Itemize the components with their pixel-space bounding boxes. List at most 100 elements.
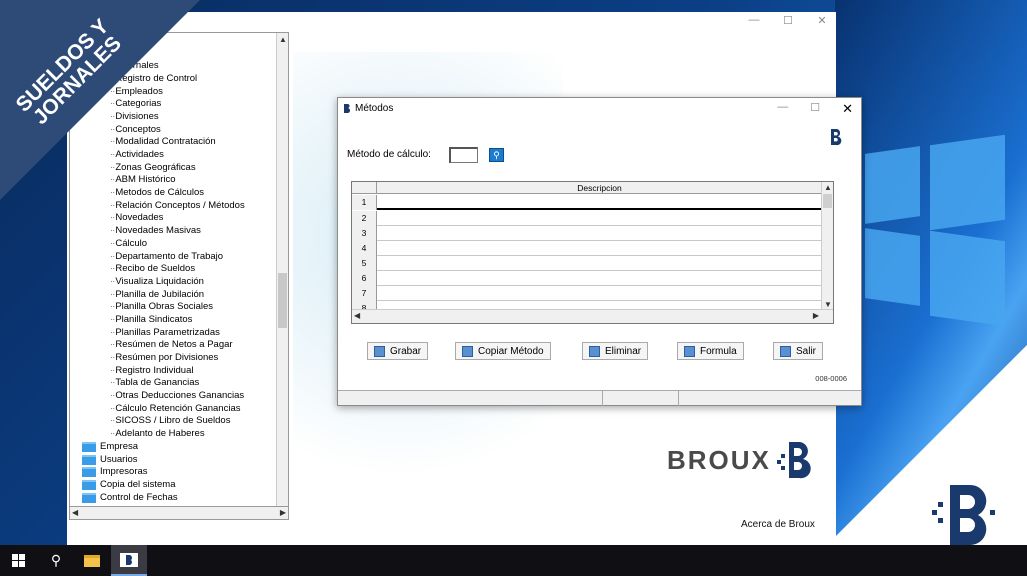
formula-icon bbox=[684, 345, 695, 357]
metodos-grid: Descripcion 1 2 3 4 5 6 7 8 ▲ ▼ ◀ ▶ bbox=[351, 181, 834, 324]
taskbar: ⚲ bbox=[0, 545, 1027, 576]
scroll-left-icon[interactable]: ◀ bbox=[354, 311, 360, 320]
scroll-thumb[interactable] bbox=[823, 194, 832, 208]
folder-icon bbox=[84, 554, 100, 567]
folder-icon bbox=[82, 480, 96, 490]
broux-b-icon bbox=[776, 442, 811, 479]
start-button[interactable] bbox=[0, 545, 36, 576]
tree-item[interactable]: ··Planilla de Jubilación bbox=[110, 289, 204, 301]
tree-item[interactable]: ··Visualiza Liquidación bbox=[110, 276, 204, 288]
dialog-title-bar: Métodos bbox=[342, 103, 393, 114]
form-code: 008-0006 bbox=[815, 374, 847, 383]
taskbar-search-button[interactable]: ⚲ bbox=[38, 545, 74, 576]
tree-item[interactable]: ··Registro Individual bbox=[110, 365, 193, 377]
row-number: 7 bbox=[352, 286, 377, 301]
minimize-button[interactable]: — bbox=[746, 14, 762, 27]
dialog-maximize-button[interactable]: ☐ bbox=[810, 101, 820, 117]
tree-folder[interactable]: Usuarios bbox=[82, 454, 138, 466]
tree-item[interactable]: ··Resúmen por Divisiones bbox=[110, 352, 218, 364]
column-header-descripcion[interactable]: Descripcion bbox=[378, 182, 821, 194]
tree-horizontal-scrollbar[interactable]: ◀ ▶ bbox=[69, 506, 289, 520]
metodo-input[interactable] bbox=[449, 147, 478, 163]
tree-item[interactable]: ··SICOSS / Libro de Sueldos bbox=[110, 415, 230, 427]
folder-icon bbox=[82, 493, 96, 503]
grid-corner bbox=[352, 182, 377, 194]
scroll-thumb[interactable] bbox=[278, 273, 287, 328]
tree-item[interactable]: ··Planillas Parametrizadas bbox=[110, 327, 220, 339]
save-icon bbox=[374, 345, 385, 357]
dialog-title: Métodos bbox=[355, 103, 394, 114]
dialog-close-button[interactable]: ✕ bbox=[842, 101, 853, 117]
scroll-left-icon[interactable]: ◀ bbox=[72, 508, 78, 517]
table-row[interactable]: 1 bbox=[352, 195, 821, 210]
tree-folder[interactable]: Control de Fechas bbox=[82, 492, 178, 504]
tree-item[interactable]: ··Novedades Masivas bbox=[110, 225, 201, 237]
maximize-button[interactable]: ☐ bbox=[780, 14, 796, 27]
tree-item[interactable]: ··Planilla Obras Sociales bbox=[110, 301, 213, 313]
scroll-right-icon[interactable]: ▶ bbox=[280, 508, 286, 517]
scroll-right-icon[interactable]: ▶ bbox=[813, 311, 819, 320]
acerca-link[interactable]: Acerca de Broux bbox=[741, 519, 815, 530]
grid-vertical-scrollbar[interactable]: ▲ ▼ bbox=[821, 182, 833, 310]
broux-logo: BROUX bbox=[667, 440, 817, 480]
broux-small-icon bbox=[831, 128, 842, 146]
tree-vertical-scrollbar[interactable]: ▲ ▼ bbox=[276, 33, 288, 519]
tree-item[interactable]: ··Adelanto de Haberes bbox=[110, 428, 205, 440]
metodo-label: Método de cálculo: bbox=[347, 149, 431, 160]
tree-item[interactable]: ··Planilla Sindicatos bbox=[110, 314, 192, 326]
close-button[interactable]: ✕ bbox=[814, 14, 830, 27]
folder-icon bbox=[82, 467, 96, 477]
tree-item[interactable]: ··Departamento de Trabajo bbox=[110, 251, 223, 263]
tree-folder[interactable]: Empresa bbox=[82, 441, 138, 453]
dialog-minimize-button[interactable]: — bbox=[777, 101, 788, 117]
search-icon: ⚲ bbox=[50, 552, 62, 568]
table-row[interactable]: 6 bbox=[352, 271, 821, 286]
table-row[interactable]: 4 bbox=[352, 241, 821, 256]
tree-item[interactable]: ··Resúmen de Netos a Pagar bbox=[110, 339, 233, 351]
row-number: 4 bbox=[352, 241, 377, 256]
app-icon bbox=[344, 104, 351, 113]
scroll-up-icon[interactable]: ▲ bbox=[279, 35, 287, 44]
copy-icon bbox=[462, 345, 473, 357]
tree-folder[interactable]: Impresoras bbox=[82, 466, 148, 478]
eliminar-button[interactable]: Eliminar bbox=[582, 342, 649, 360]
dialog-window-controls: — ☐ ✕ bbox=[777, 101, 853, 117]
table-row[interactable]: 3 bbox=[352, 226, 821, 241]
tree-item[interactable]: ··Recibo de Sueldos bbox=[110, 263, 195, 275]
tree-item[interactable]: ··Cálculo Retención Ganancias bbox=[110, 403, 240, 415]
row-number: 5 bbox=[352, 256, 377, 271]
formula-button[interactable]: Formula bbox=[677, 342, 744, 360]
tree-item[interactable]: ··Tabla de Ganancias bbox=[110, 377, 199, 389]
broux-app-icon bbox=[120, 552, 138, 567]
scroll-down-icon[interactable]: ▼ bbox=[824, 300, 832, 309]
table-row[interactable]: 5 bbox=[352, 256, 821, 271]
metodos-dialog: Métodos — ☐ ✕ Método de cálculo: ⚲ Descr… bbox=[337, 97, 862, 406]
search-button[interactable]: ⚲ bbox=[489, 148, 504, 162]
window-controls: — ☐ ✕ bbox=[746, 14, 830, 27]
folder-icon bbox=[82, 442, 96, 452]
windows-icon bbox=[11, 554, 25, 567]
tree-item[interactable]: ··Otras Deducciones Ganancias bbox=[110, 390, 244, 402]
row-number: 6 bbox=[352, 271, 377, 286]
salir-button[interactable]: Salir bbox=[773, 342, 824, 360]
tree-item[interactable]: ··Relación Conceptos / Métodos bbox=[110, 200, 245, 212]
broux-corner-logo-icon bbox=[932, 484, 995, 546]
folder-icon bbox=[82, 455, 96, 465]
grid-horizontal-scrollbar[interactable]: ◀ ▶ bbox=[352, 309, 833, 323]
table-row[interactable]: 2 bbox=[352, 211, 821, 226]
file-explorer-button[interactable] bbox=[74, 545, 110, 576]
scroll-up-icon[interactable]: ▲ bbox=[824, 183, 832, 192]
tree-item[interactable]: ··Cálculo bbox=[110, 238, 147, 250]
delete-icon bbox=[589, 345, 600, 357]
row-number: 1 bbox=[352, 195, 377, 210]
row-number: 2 bbox=[352, 211, 377, 226]
table-row[interactable]: 7 bbox=[352, 286, 821, 301]
tree-folder[interactable]: Copia del sistema bbox=[82, 479, 176, 491]
row-number: 3 bbox=[352, 226, 377, 241]
broux-logo-text: BROUX bbox=[667, 444, 771, 475]
copiar-metodo-button[interactable]: Copiar Método bbox=[455, 342, 551, 360]
exit-icon bbox=[780, 345, 791, 357]
tree-item[interactable]: ··Novedades bbox=[110, 212, 163, 224]
grabar-button[interactable]: Grabar bbox=[367, 342, 429, 360]
broux-taskbar-button[interactable] bbox=[111, 545, 147, 576]
